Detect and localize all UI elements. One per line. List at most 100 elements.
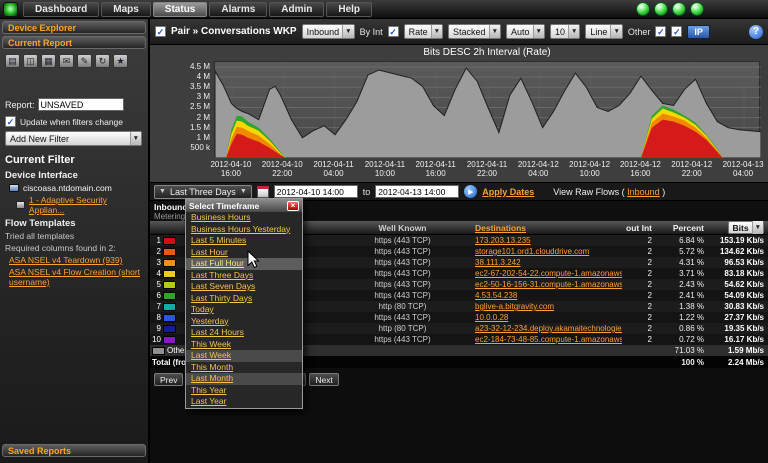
status-orb-icon[interactable]: [672, 2, 686, 16]
template-link-teardown[interactable]: ASA NSEL v4 Teardown (939): [0, 254, 148, 266]
stacked-select[interactable]: Stacked▼: [448, 24, 501, 39]
favorite-icon[interactable]: ★: [113, 54, 128, 68]
help-icon[interactable]: ?: [749, 25, 763, 39]
col-well-known[interactable]: Well Known: [330, 223, 475, 233]
ip-button[interactable]: IP: [687, 25, 710, 39]
tab-maps[interactable]: Maps: [101, 2, 151, 17]
status-orb-icon[interactable]: [690, 2, 704, 16]
device-tree-item[interactable]: ciscoasa.ntdomain.com: [0, 182, 148, 194]
template-link-flow-creation[interactable]: ASA NSEL v4 Flow Creation (short usernam…: [0, 266, 148, 288]
ip-checkbox[interactable]: [671, 26, 682, 37]
col-out-int[interactable]: out Int: [622, 223, 652, 233]
status-orb-icon[interactable]: [636, 2, 650, 16]
chart-plot[interactable]: [214, 61, 760, 157]
col-percent[interactable]: Percent: [652, 223, 704, 233]
direction-select[interactable]: Inbound▼: [302, 24, 355, 39]
menu-item-today[interactable]: Today: [186, 304, 302, 316]
edit-icon[interactable]: ✎: [77, 54, 92, 68]
menu-item-business-hours-yesterday[interactable]: Business Hours Yesterday: [186, 224, 302, 236]
report-designer-icon[interactable]: ▤: [5, 54, 20, 68]
menu-item-this-year[interactable]: This Year: [186, 385, 302, 397]
other-checkbox[interactable]: [655, 26, 666, 37]
interface-tree-item[interactable]: 1 - Adaptive Security Applian...: [0, 194, 148, 216]
interface-link[interactable]: 1 - Adaptive Security Applian...: [29, 195, 143, 215]
chevron-down-icon: ▼: [610, 25, 621, 38]
menu-item-this-week[interactable]: This Week: [186, 339, 302, 351]
device-interface-title: Device Interface: [0, 168, 148, 182]
tab-help[interactable]: Help: [326, 2, 372, 17]
report-title[interactable]: Pair » Conversations WKP: [171, 26, 297, 37]
menu-item-last-5-minutes[interactable]: Last 5 Minutes: [186, 235, 302, 247]
well-known-cell: https (443 TCP): [330, 236, 475, 245]
auto-select[interactable]: Auto▼: [506, 24, 545, 39]
menu-item-last-hour[interactable]: Last Hour: [186, 247, 302, 259]
raw-flows-inbound-link[interactable]: Inbound: [627, 187, 660, 197]
host-link[interactable]: 4.53.54.238: [475, 291, 622, 300]
rank-number: 6: [152, 291, 161, 300]
menu-item-last-thirty-days[interactable]: Last Thirty Days: [186, 293, 302, 305]
prev-page-button[interactable]: Prev: [154, 373, 183, 386]
close-icon[interactable]: ×: [287, 201, 299, 211]
y-axis-tick-label: 3 M: [152, 92, 210, 101]
menu-item-last-year[interactable]: Last Year: [186, 396, 302, 408]
timeframe-select-button[interactable]: ▼Last Three Days▼: [154, 185, 252, 199]
tab-alarms[interactable]: Alarms: [209, 2, 267, 17]
refresh-icon[interactable]: ↻: [95, 54, 110, 68]
chart-type-select[interactable]: Line▼: [585, 24, 622, 39]
x-tick-date: 2012-04-13: [713, 160, 768, 169]
saved-reports-header[interactable]: Saved Reports: [2, 444, 146, 457]
next-page-button[interactable]: Next: [309, 373, 338, 386]
rank-color-swatch: [163, 325, 176, 333]
timeframe-menu-title: Select Timeframe: [189, 201, 259, 211]
view-raw-flows-link[interactable]: View Raw Flows ( Inbound ): [553, 187, 665, 197]
tab-status[interactable]: Status: [153, 2, 208, 17]
apply-dates-icon[interactable]: ▶: [464, 185, 477, 198]
rank-color-swatch: [163, 248, 176, 256]
host-link[interactable]: a23-32-12-234.deploy.akamaitechnologies.…: [475, 324, 622, 333]
menu-item-last-month[interactable]: Last Month: [186, 373, 302, 385]
menu-item-last-week[interactable]: Last Week: [186, 350, 302, 362]
col-destinations[interactable]: Destinations: [475, 223, 622, 233]
current-report-header[interactable]: Current Report: [2, 36, 146, 49]
menu-item-last-24-hours[interactable]: Last 24 Hours: [186, 327, 302, 339]
apply-dates-link[interactable]: Apply Dates: [482, 187, 534, 197]
add-filter-select[interactable]: Add New Filter▼: [5, 131, 142, 146]
top-n-select[interactable]: 10▼: [550, 24, 580, 39]
graph-icon[interactable]: ◫: [23, 54, 38, 68]
out-int-cell: 2: [622, 291, 652, 300]
report-menu-checkbox[interactable]: [155, 26, 166, 37]
menu-item-business-hours[interactable]: Business Hours: [186, 212, 302, 224]
rank-number: 3: [152, 258, 161, 267]
interface-icon: [16, 201, 25, 209]
top-nav: DashboardMapsStatusAlarmsAdminHelp: [0, 0, 768, 19]
date-to-input[interactable]: [375, 185, 459, 198]
host-link[interactable]: 38.111.3.242: [475, 258, 622, 267]
host-link[interactable]: 10.0.0.28: [475, 313, 622, 322]
menu-item-last-full-hour[interactable]: Last Full Hour: [186, 258, 302, 270]
menu-item-yesterday[interactable]: Yesterday: [186, 316, 302, 328]
well-known-cell: https (443 TCP): [330, 335, 475, 344]
menu-item-last-three-days[interactable]: Last Three Days: [186, 270, 302, 282]
host-link[interactable]: ec2-50-16-156-31.compute-1.amazonaws.com: [475, 280, 622, 289]
host-link[interactable]: bglive-a.bitgravity.com: [475, 302, 622, 311]
tab-dashboard[interactable]: Dashboard: [23, 2, 99, 17]
menu-item-this-month[interactable]: This Month: [186, 362, 302, 374]
calendar-icon[interactable]: [257, 186, 269, 198]
report-name-input[interactable]: [38, 98, 124, 111]
raw-flows-suffix: ): [662, 187, 665, 197]
date-from-input[interactable]: [274, 185, 358, 198]
device-explorer-header[interactable]: Device Explorer: [2, 21, 146, 34]
host-link[interactable]: storage101.ord1.clouddrive.com: [475, 247, 622, 256]
menu-item-last-seven-days[interactable]: Last Seven Days: [186, 281, 302, 293]
email-icon[interactable]: ✉: [59, 54, 74, 68]
host-link[interactable]: ec2-184-73-48-85.compute-1.amazonaws.com: [475, 335, 622, 344]
by-int-checkbox[interactable]: [388, 26, 399, 37]
save-icon[interactable]: ▦: [41, 54, 56, 68]
rate-select[interactable]: Rate▼: [404, 24, 443, 39]
bits-unit-select[interactable]: Bits▼: [728, 221, 765, 234]
tab-admin[interactable]: Admin: [269, 2, 324, 17]
host-link[interactable]: ec2-67-202-54-22.compute-1.amazonaws.com: [475, 269, 622, 278]
host-link[interactable]: 173.203.13.235: [475, 236, 622, 245]
update-filters-checkbox[interactable]: [5, 116, 16, 127]
status-orb-icon[interactable]: [654, 2, 668, 16]
